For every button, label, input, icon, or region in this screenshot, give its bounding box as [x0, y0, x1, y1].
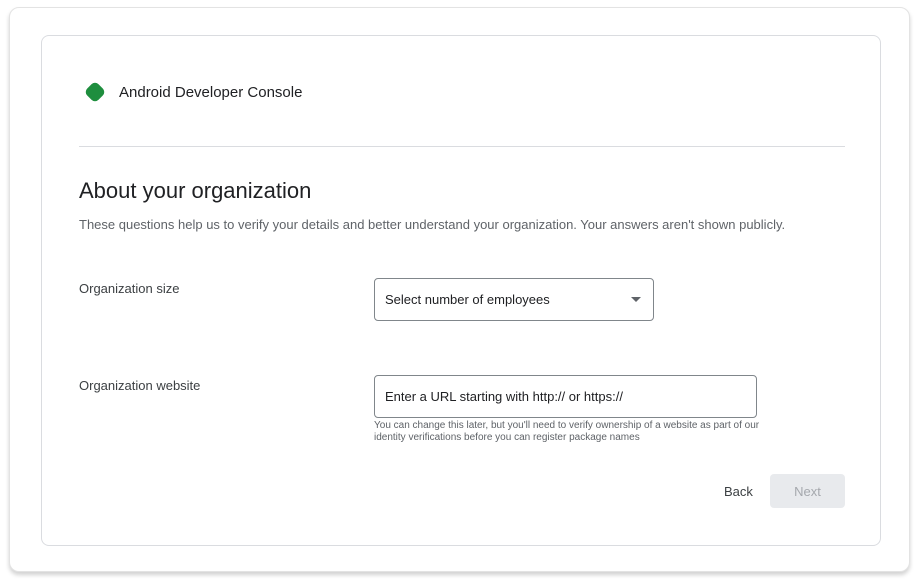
- page-subtitle: These questions help us to verify your d…: [79, 217, 786, 232]
- organization-website-label: Organization website: [79, 378, 201, 393]
- organization-size-label: Organization size: [79, 281, 180, 296]
- window-frame: Android Developer Console About your org…: [9, 7, 910, 572]
- dropdown-arrow-icon: [631, 297, 641, 302]
- organization-form-card: Android Developer Console About your org…: [41, 35, 881, 546]
- organization-size-select[interactable]: Select number of employees: [374, 278, 654, 321]
- back-button[interactable]: Back: [714, 474, 763, 508]
- organization-website-input[interactable]: [374, 375, 757, 418]
- app-name: Android Developer Console: [119, 83, 303, 101]
- page-title: About your organization: [79, 178, 312, 203]
- next-button[interactable]: Next: [770, 474, 845, 508]
- android-developer-console-logo-icon: [85, 82, 105, 102]
- header-divider: [79, 146, 845, 147]
- organization-website-helper-text: You can change this later, but you'll ne…: [374, 420, 760, 443]
- organization-size-selected-value: Select number of employees: [385, 292, 550, 307]
- app-branding: Android Developer Console: [82, 79, 302, 105]
